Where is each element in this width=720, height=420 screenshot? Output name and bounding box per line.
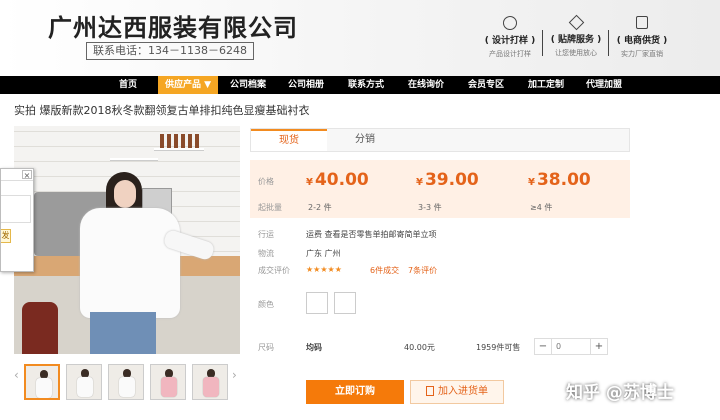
- freight-label: 行运: [258, 230, 274, 239]
- photo-shelf: [154, 148, 204, 151]
- color-swatch[interactable]: [334, 292, 356, 314]
- size-label: 尺码: [258, 343, 274, 352]
- photo-bottles: [160, 134, 200, 148]
- photo-shelf: [110, 158, 158, 161]
- nav-item-inquiry[interactable]: 在线询价: [398, 76, 454, 94]
- moq-tier-3: ≥4 件: [530, 203, 553, 212]
- plus-icon[interactable]: +: [591, 339, 607, 354]
- product-title: 实拍 爆版新款2018秋冬款翻领复古单排扣纯色显瘦基础衬衣: [14, 104, 310, 117]
- sold-count[interactable]: 6件成交: [370, 265, 399, 276]
- quantity-stepper: − 0 +: [534, 338, 608, 355]
- feature-subtitle: 实力厂家直销: [621, 50, 663, 58]
- feature-title: ( 电商供货 ): [616, 36, 668, 46]
- popup-send-tag[interactable]: 发: [1, 229, 11, 243]
- thumbnail[interactable]: [192, 364, 228, 400]
- design-sample-icon: [503, 16, 517, 30]
- price-panel: 价格 起批量 ¥40.00 2-2 件 ¥39.00 3-3 件 ¥38.00 …: [250, 160, 630, 218]
- model-jeans: [90, 312, 156, 354]
- thumbnail-strip: [24, 364, 234, 400]
- chevron-right-icon[interactable]: ›: [232, 368, 237, 382]
- purchase-tabs: 现货 分销: [250, 128, 630, 152]
- add-to-cart-button[interactable]: 加入进货单: [410, 380, 504, 404]
- feature-subtitle: 让您使用放心: [555, 49, 597, 57]
- feature-title: ( 设计打样 ): [484, 36, 536, 46]
- thumbnail[interactable]: [24, 364, 60, 400]
- feature-divider: [542, 30, 543, 56]
- origin-value: 广东 广州: [306, 249, 341, 258]
- origin-label: 物流: [258, 249, 274, 258]
- order-now-button[interactable]: 立即订购: [306, 380, 404, 404]
- chevron-left-icon[interactable]: ‹: [14, 368, 19, 382]
- price-label: 价格: [258, 177, 274, 186]
- review-count[interactable]: 7条评价: [408, 265, 437, 276]
- service-features: ( 设计打样 ) 产品设计打样 ( 贴牌服务 ) 让您使用放心 ( 电商供货 )…: [478, 14, 676, 59]
- photo-stool: [22, 302, 58, 354]
- price-tier-3: ¥38.00: [528, 170, 591, 190]
- nav-item-custom[interactable]: 加工定制: [518, 76, 574, 94]
- moq-label: 起批量: [258, 203, 282, 212]
- moq-tier-1: 2-2 件: [308, 203, 332, 212]
- model-face: [114, 180, 136, 208]
- thumbnail[interactable]: [150, 364, 186, 400]
- color-swatch[interactable]: [306, 292, 328, 314]
- moq-tier-2: 3-3 件: [418, 203, 442, 212]
- shopping-bag-icon: [636, 16, 648, 29]
- main-nav: 首页 供应产品 ▼ 公司档案 公司相册 联系方式 在线询价 会员专区 加工定制 …: [0, 76, 720, 94]
- nav-item-home[interactable]: 首页: [108, 76, 148, 94]
- contact-phone: 联系电话：134－1138－6248: [86, 42, 254, 60]
- feature-title: ( 贴牌服务 ): [550, 35, 602, 45]
- price-tier-1: ¥40.00: [306, 170, 369, 190]
- minus-icon[interactable]: −: [535, 339, 551, 354]
- add-to-cart-label: 加入进货单: [438, 386, 488, 397]
- cart-icon: [426, 386, 434, 396]
- nav-item-members[interactable]: 会员专区: [458, 76, 514, 94]
- site-header: 广州达西服装有限公司 联系电话：134－1138－6248 ( 设计打样 ) 产…: [0, 0, 720, 76]
- thumbnail[interactable]: [108, 364, 144, 400]
- product-main-image[interactable]: [14, 126, 240, 354]
- diamond-icon: [568, 14, 584, 31]
- star-rating: ★★★★★: [306, 265, 342, 274]
- feature-ecommerce-supply[interactable]: ( 电商供货 ) 实力厂家直销: [610, 16, 674, 59]
- nav-item-franchise[interactable]: 代理加盟: [576, 76, 632, 94]
- nav-item-company-profile[interactable]: 公司档案: [220, 76, 276, 94]
- zhihu-watermark: 知乎 @苏博士: [566, 383, 674, 403]
- close-icon[interactable]: ×: [22, 170, 32, 180]
- quantity-input[interactable]: 0: [551, 339, 591, 354]
- feature-divider: [608, 30, 609, 56]
- freight-value[interactable]: 运费 查看是否零售单拍邮寄简单立项: [306, 229, 437, 240]
- nav-item-products[interactable]: 供应产品 ▼: [158, 76, 218, 94]
- rating-label: 成交评价: [258, 266, 290, 275]
- color-label: 颜色: [258, 300, 274, 309]
- company-name: 广州达西服装有限公司: [48, 14, 298, 42]
- size-name: 均码: [306, 343, 322, 352]
- popup-content: [1, 195, 31, 223]
- tab-distribution[interactable]: 分销: [327, 129, 403, 151]
- model-shirt: [80, 208, 180, 318]
- nav-item-contact[interactable]: 联系方式: [338, 76, 394, 94]
- thumbnail[interactable]: [66, 364, 102, 400]
- size-price: 40.00元: [404, 343, 435, 352]
- chat-popup[interactable]: × 发: [0, 168, 34, 272]
- feature-design-sample[interactable]: ( 设计打样 ) 产品设计打样: [478, 16, 543, 59]
- price-tier-2: ¥39.00: [416, 170, 479, 190]
- feature-oem-service[interactable]: ( 贴牌服务 ) 让您使用放心: [544, 14, 609, 59]
- stock-available: 1959件可售: [476, 343, 521, 352]
- tab-in-stock[interactable]: 现货: [251, 129, 327, 151]
- nav-item-company-album[interactable]: 公司相册: [278, 76, 334, 94]
- popup-titlebar: ×: [1, 169, 33, 181]
- feature-subtitle: 产品设计打样: [489, 50, 531, 58]
